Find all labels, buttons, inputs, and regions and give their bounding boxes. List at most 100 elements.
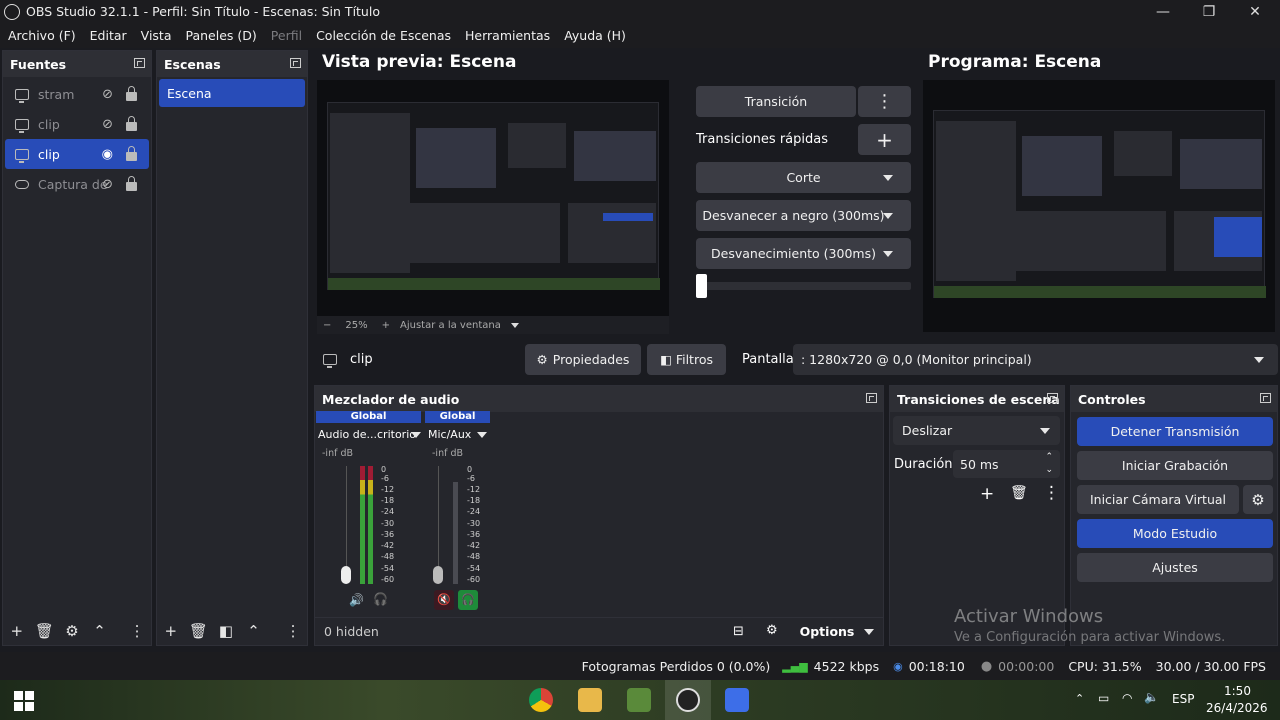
chrome-icon[interactable]	[529, 688, 553, 712]
options-button[interactable]: Options	[792, 618, 882, 645]
add-quick-transition-button[interactable]: +	[858, 124, 911, 155]
wifi-icon[interactable]: ◠	[1122, 691, 1132, 705]
quick-transition-fade[interactable]: Desvanecimiento (300ms)	[696, 238, 911, 269]
zoom-in-button[interactable]: +	[382, 320, 390, 331]
undock-icon[interactable]	[134, 58, 145, 68]
undock-icon[interactable]	[866, 393, 877, 403]
audio-mixer-dock: Mezclador de audio Global Audio de...cri…	[314, 385, 884, 646]
eye-hidden-icon[interactable]: ⊘	[102, 87, 113, 102]
headphones-icon[interactable]: 🎧	[373, 592, 388, 606]
db-tick-label: -24	[381, 507, 395, 516]
stop-stream-button[interactable]: Detener Transmisión	[1077, 417, 1273, 446]
menu-ayuda[interactable]: Ayuda (H)	[564, 28, 626, 43]
studio-mode-button[interactable]: Modo Estudio	[1077, 519, 1273, 548]
quick-transition-fade-black[interactable]: Desvanecer a negro (300ms)	[696, 200, 911, 231]
chevron-down-icon[interactable]	[477, 432, 487, 438]
obs-icon[interactable]	[676, 688, 700, 712]
folder-icon[interactable]	[578, 688, 602, 712]
obs-logo-icon	[4, 3, 20, 20]
more-icon[interactable]: ⋮	[123, 622, 151, 640]
undock-icon[interactable]	[1047, 393, 1058, 403]
minimize-button[interactable]: —	[1140, 0, 1186, 23]
close-button[interactable]: ✕	[1232, 0, 1278, 23]
filter-icon[interactable]: ◧	[212, 622, 240, 640]
trash-icon[interactable]: 🗑	[1010, 485, 1028, 501]
source-item[interactable]: clip ⊘	[5, 109, 149, 139]
spin-icon[interactable]: ⌃ ⌄	[1045, 451, 1053, 477]
properties-button[interactable]: ⚙ Propiedades	[525, 344, 641, 375]
windows-start-icon[interactable]	[14, 691, 34, 711]
virtualbox-icon[interactable]	[725, 688, 749, 712]
chevron-up-icon[interactable]: ⌃	[1075, 692, 1084, 705]
properties-label: Propiedades	[552, 352, 630, 367]
trash-icon[interactable]: 🗑	[31, 622, 59, 640]
more-icon[interactable]: ⋮	[1043, 483, 1060, 503]
menu-perfil[interactable]: Perfil	[271, 28, 302, 43]
transition-button[interactable]: Transición	[696, 86, 856, 117]
virtual-camera-settings-button[interactable]: ⚙	[1243, 485, 1273, 514]
battery-icon[interactable]: ▭	[1098, 691, 1109, 705]
add-icon[interactable]: +	[157, 622, 185, 640]
zoom-out-button[interactable]: −	[323, 320, 331, 331]
duration-input[interactable]: 50 ms ⌃ ⌄	[953, 450, 1060, 478]
language-indicator[interactable]: ESP	[1172, 692, 1194, 706]
virtual-camera-button[interactable]: Iniciar Cámara Virtual	[1077, 485, 1239, 514]
db-tick-label: -12	[381, 485, 395, 494]
lock-icon[interactable]	[126, 146, 137, 161]
filters-button[interactable]: ◧ Filtros	[647, 344, 726, 375]
trash-icon[interactable]: 🗑	[185, 622, 213, 640]
filters-label: Filtros	[675, 352, 713, 367]
quick-transition-corte[interactable]: Corte	[696, 162, 911, 193]
volume-handle[interactable]	[433, 566, 443, 584]
display-select[interactable]: : 1280x720 @ 0,0 (Monitor principal)	[793, 344, 1278, 375]
menu-herramientas[interactable]: Herramientas	[465, 28, 550, 43]
minecraft-icon[interactable]	[627, 688, 651, 712]
chevron-down-icon[interactable]	[411, 432, 421, 438]
clock-time[interactable]: 1:50	[1224, 684, 1251, 698]
source-item[interactable]: stram ⊘	[5, 79, 149, 109]
source-item-selected[interactable]: clip ◉	[5, 139, 149, 169]
menu-vista[interactable]: Vista	[141, 28, 172, 43]
undock-icon[interactable]	[1260, 393, 1271, 403]
lock-icon[interactable]	[126, 176, 137, 191]
fit-window-button[interactable]: Ajustar a la ventana	[400, 320, 501, 331]
volume-handle[interactable]	[341, 566, 351, 584]
lock-icon[interactable]	[126, 116, 137, 131]
menu-coleccion[interactable]: Colección de Escenas	[316, 28, 451, 43]
chevron-up-icon[interactable]: ⌃	[240, 622, 268, 640]
chevron-down-icon[interactable]	[510, 322, 519, 328]
gear-icon[interactable]: ⚙	[766, 623, 778, 638]
eye-icon[interactable]: ◉	[102, 147, 113, 162]
speaker-icon[interactable]: 🔊	[349, 593, 364, 607]
source-item[interactable]: Captura de ⊘	[5, 169, 149, 199]
db-tick-label: 0	[381, 465, 387, 474]
add-icon[interactable]: +	[3, 622, 31, 640]
menu-paneles[interactable]: Paneles (D)	[186, 28, 257, 43]
speaker-muted-icon[interactable]: 🔈	[1144, 690, 1159, 704]
undock-icon[interactable]	[290, 58, 301, 68]
db-scale: 0 -6 -12 -18 -24 -30 -36 -42 -48 -54 -60	[467, 465, 483, 587]
headphones-icon[interactable]: 🎧	[458, 590, 478, 610]
muted-speaker-icon[interactable]: 🔇	[434, 590, 454, 610]
chevron-up-icon[interactable]: ⌃	[86, 622, 114, 640]
layout-icon[interactable]: ⊟	[733, 624, 744, 639]
preview-canvas[interactable]: − 25% + Ajustar a la ventana	[317, 80, 669, 334]
add-icon[interactable]: +	[980, 484, 994, 504]
transition-slider[interactable]	[696, 274, 911, 298]
scene-item-selected[interactable]: Escena	[159, 79, 305, 107]
transition-menu-button[interactable]: ⋮	[858, 86, 911, 117]
mixer-footer: 0 hidden ⊟ ⚙ Options	[315, 617, 883, 645]
lock-icon[interactable]	[126, 86, 137, 101]
maximize-button[interactable]: ❐	[1186, 0, 1232, 23]
eye-hidden-icon[interactable]: ⊘	[102, 117, 113, 132]
transition-select[interactable]: Deslizar	[893, 416, 1060, 445]
start-record-button[interactable]: Iniciar Grabación	[1077, 451, 1273, 480]
gear-icon[interactable]: ⚙	[58, 622, 86, 640]
slider-handle[interactable]	[696, 274, 707, 298]
menu-editar[interactable]: Editar	[90, 28, 127, 43]
clock-date[interactable]: 26/4/2026	[1206, 701, 1268, 715]
settings-button[interactable]: Ajustes	[1077, 553, 1273, 582]
menu-archivo[interactable]: Archivo (F)	[8, 28, 76, 43]
eye-hidden-icon[interactable]: ⊘	[102, 177, 113, 192]
more-icon[interactable]: ⋮	[279, 622, 307, 640]
